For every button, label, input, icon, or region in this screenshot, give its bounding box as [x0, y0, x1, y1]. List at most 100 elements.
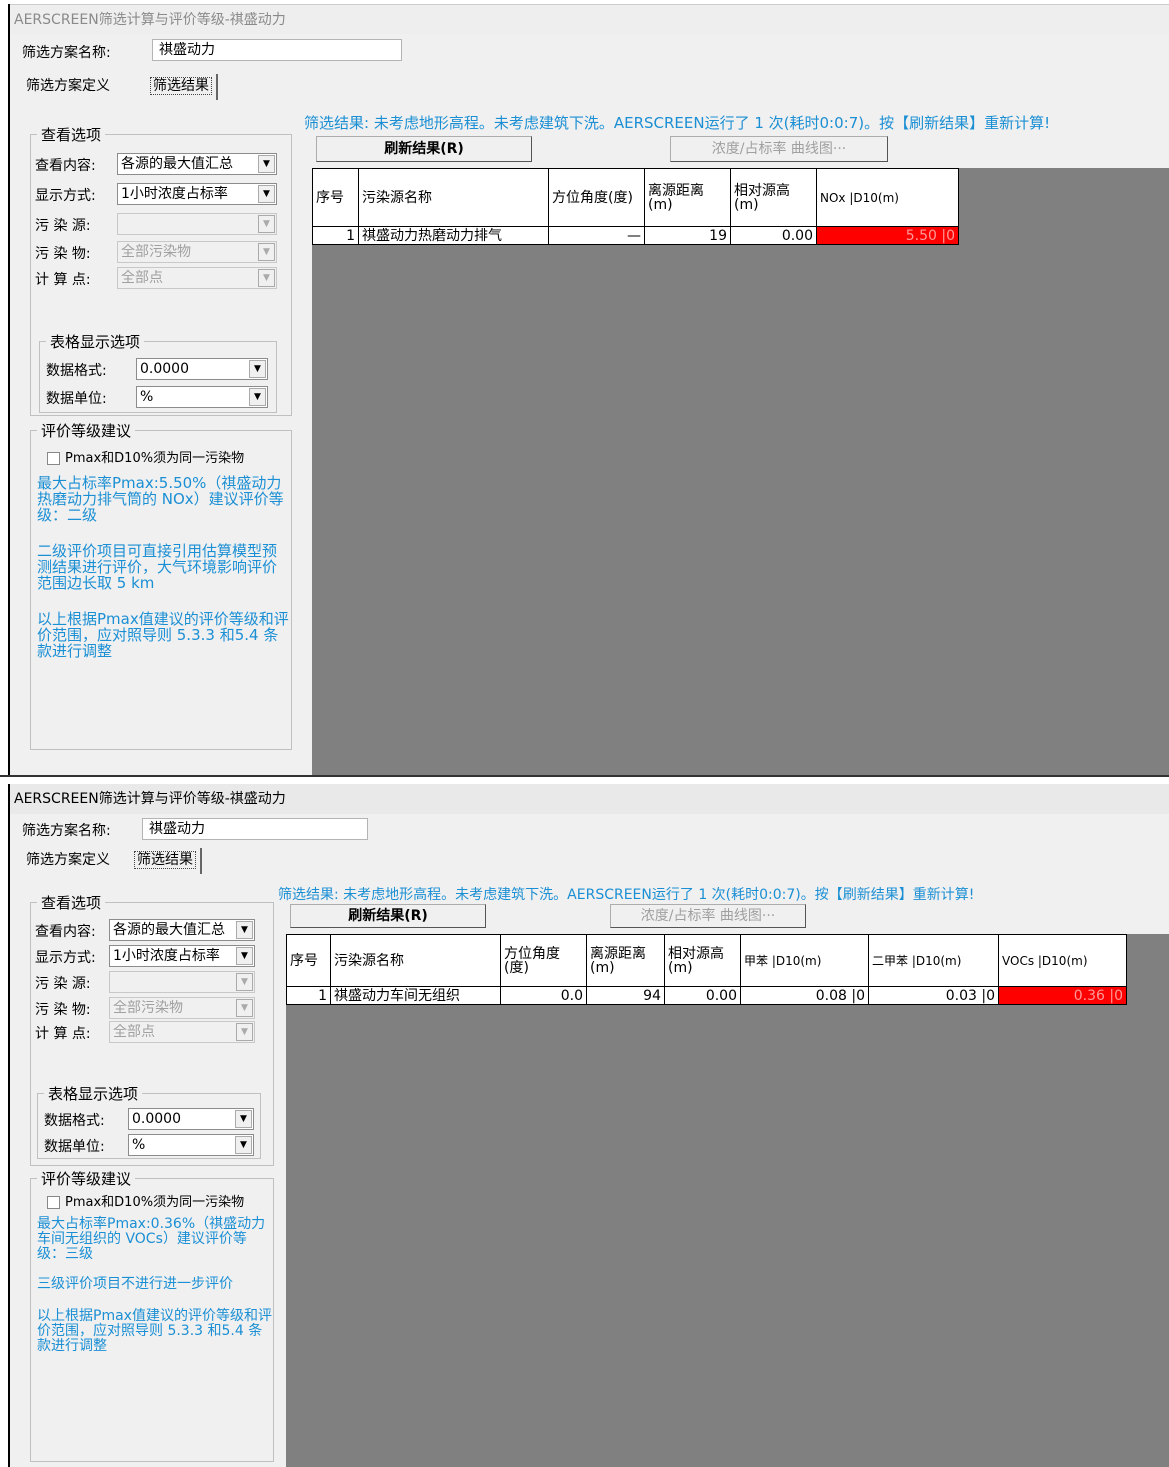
col-distance: 离源距离(m): [644, 168, 731, 227]
cell-nox-max: 5.50 |0: [816, 226, 959, 245]
checkbox-box[interactable]: [47, 452, 60, 465]
calc-point-label: 计 算 点:: [35, 1026, 91, 1042]
view-content-select[interactable]: 各源的最大值汇总 ▼: [117, 153, 277, 175]
cell-xylene: 0.03 |0: [868, 986, 999, 1005]
cell-toluene-value: 0.08: [815, 987, 847, 1004]
tab-plan-definition[interactable]: 筛选方案定义: [22, 74, 114, 100]
col-vocs: VOCs |D10(m): [998, 934, 1127, 987]
cell-distance: 94: [586, 986, 665, 1005]
table-header-row: 序号 污染源名称 方位角度(度) 离源距离(m) 相对源高(m) 甲苯 |D10…: [286, 934, 1127, 987]
pollutant-select: 全部污染物 ▼: [117, 241, 277, 263]
data-format-value: 0.0000: [140, 361, 189, 377]
data-unit-value: %: [132, 1137, 146, 1153]
col-source-name: 污染源名称: [358, 168, 549, 227]
chevron-down-icon: ▼: [249, 360, 266, 378]
calc-point-value: 全部点: [121, 270, 163, 286]
col-nox: NOx |D10(m): [816, 168, 959, 227]
col-angle: 方位角度(度): [548, 168, 645, 227]
cell-vocs-value: 0.36: [1073, 987, 1105, 1004]
plan-name-input[interactable]: 祺盛动力: [152, 39, 402, 61]
table-display-title: 表格显示选项: [44, 1083, 143, 1104]
cell-index: 1: [312, 226, 359, 245]
view-options-group: 查看选项 查看内容: 各源的最大值汇总 ▼ 显示方式: 1小时浓度占标率 ▼ 污 染…: [30, 892, 274, 1166]
tab-screening-results-label: 筛选结果: [134, 851, 196, 869]
chevron-down-icon: ▼: [258, 269, 275, 287]
table-row[interactable]: 1 祺盛动力车间无组织 0.0 94 0.00 0.08 |0 0.03 |0 …: [286, 986, 1127, 1005]
col-distance: 离源距离(m): [586, 934, 665, 987]
col-index: 序号: [286, 934, 331, 987]
left-panel: 查看选项 查看内容: 各源的最大值汇总 ▼ 显示方式: 1小时浓度占标率 ▼ 污 染…: [10, 104, 308, 775]
range-advice: 三级评价项目不进行进一步评价: [37, 1276, 233, 1292]
plan-name-input[interactable]: 祺盛动力: [142, 818, 368, 840]
display-mode-label: 显示方式:: [35, 950, 96, 966]
eval-level-title: 评价等级建议: [37, 420, 136, 441]
cell-source-name: 祺盛动力热磨动力排气: [358, 226, 549, 245]
same-pollutant-checkbox[interactable]: Pmax和D10%须为同一污染物: [47, 447, 244, 466]
cell-vocs-d10: 0: [1114, 987, 1123, 1004]
table-row[interactable]: 1 祺盛动力热磨动力排气 — 19 0.00 5.50 |0: [312, 226, 959, 245]
cell-nox-d10: 0: [946, 227, 955, 244]
cell-angle: —: [548, 226, 645, 245]
refresh-results-button[interactable]: 刷新结果(R): [290, 904, 486, 928]
aerscreen-window-top: AERSCREEN筛选计算与评价等级-祺盛动力 筛选方案名称: 祺盛动力 筛选方…: [8, 4, 1169, 775]
col-height: 相对源高(m): [664, 934, 741, 987]
tab-bar: 筛选方案定义 筛选结果: [22, 74, 242, 100]
chevron-down-icon: ▼: [249, 388, 266, 406]
cell-source-name: 祺盛动力车间无组织: [330, 986, 501, 1005]
data-unit-select[interactable]: % ▼: [128, 1134, 254, 1156]
tab-bar: 筛选方案定义 筛选结果: [22, 848, 222, 874]
table-display-title: 表格显示选项: [46, 331, 145, 352]
eval-level-title: 评价等级建议: [37, 1168, 136, 1189]
tab-screening-results[interactable]: 筛选结果: [146, 74, 218, 100]
view-options-title: 查看选项: [37, 124, 106, 145]
tab-screening-results[interactable]: 筛选结果: [130, 848, 202, 874]
display-mode-value: 1小时浓度占标率: [113, 948, 220, 964]
results-table: 序号 污染源名称 方位角度(度) 离源距离(m) 相对源高(m) NOx |D1…: [312, 168, 959, 245]
data-format-select[interactable]: 0.0000 ▼: [136, 358, 268, 380]
col-source-name: 污染源名称: [330, 934, 501, 987]
data-unit-label: 数据单位:: [46, 391, 107, 407]
chevron-down-icon: ▼: [235, 1136, 252, 1154]
tab-screening-results-label: 筛选结果: [150, 77, 212, 95]
refresh-results-button[interactable]: 刷新结果(R): [316, 136, 532, 162]
display-mode-select[interactable]: 1小时浓度占标率 ▼: [109, 945, 255, 967]
data-unit-select[interactable]: % ▼: [136, 386, 268, 408]
view-content-select[interactable]: 各源的最大值汇总 ▼: [109, 919, 255, 941]
results-grid-area: 序号 污染源名称 方位角度(度) 离源距离(m) 相对源高(m) 甲苯 |D10…: [286, 934, 1169, 1467]
display-mode-select[interactable]: 1小时浓度占标率 ▼: [117, 183, 277, 205]
cell-toluene: 0.08 |0: [740, 986, 869, 1005]
pmax-advice: 最大占标率Pmax:5.50%（祺盛动力热磨动力排气筒的 NOx）建议评价等级：…: [37, 474, 284, 524]
plan-name-label: 筛选方案名称:: [22, 45, 111, 61]
table-display-group: 表格显示选项 数据格式: 0.0000 ▼ 数据单位: % ▼: [37, 1083, 261, 1159]
cell-height: 0.00: [664, 986, 741, 1005]
pollutant-label: 污 染 物:: [35, 1002, 91, 1018]
curve-chart-button: 浓度/占标率 曲线图···: [610, 904, 806, 928]
data-format-select[interactable]: 0.0000 ▼: [128, 1108, 254, 1130]
pmax-advice: 最大占标率Pmax:0.36%（祺盛动力车间无组织的 VOCs）建议评价等级：三…: [37, 1216, 266, 1262]
col-toluene: 甲苯 |D10(m): [740, 934, 869, 987]
chevron-down-icon: ▼: [236, 999, 253, 1017]
checkbox-box[interactable]: [47, 1196, 60, 1209]
same-pollutant-checkbox[interactable]: Pmax和D10%须为同一污染物: [47, 1191, 244, 1210]
tab-plan-definition[interactable]: 筛选方案定义: [22, 848, 114, 874]
range-advice: 二级评价项目可直接引用估算模型预测结果进行评价，大气环境影响评价范围边长取 5 …: [37, 542, 278, 592]
cell-index: 1: [286, 986, 331, 1005]
calc-point-label: 计 算 点:: [35, 272, 91, 288]
adjust-note: 以上根据Pmax值建议的评价等级和评价范围，应对照导则 5.3.3 和5.4 条…: [37, 610, 289, 660]
view-content-label: 查看内容:: [35, 158, 96, 174]
pollutant-label: 污 染 物:: [35, 246, 91, 262]
left-panel: 查看选项 查看内容: 各源的最大值汇总 ▼ 显示方式: 1小时浓度占标率 ▼ 污 染…: [10, 878, 290, 1467]
chevron-down-icon: ▼: [235, 1110, 252, 1128]
cell-xylene-value: 0.03: [945, 987, 977, 1004]
chevron-down-icon: ▼: [258, 155, 275, 173]
source-label: 污 染 源:: [35, 976, 91, 992]
eval-level-group: 评价等级建议 Pmax和D10%须为同一污染物 最大占标率Pmax:5.50%（…: [30, 420, 292, 750]
calc-point-select: 全部点 ▼: [117, 267, 277, 289]
window-title: AERSCREEN筛选计算与评价等级-祺盛动力: [10, 784, 1169, 814]
data-unit-label: 数据单位:: [44, 1139, 105, 1155]
table-display-group: 表格显示选项 数据格式: 0.0000 ▼ 数据单位: % ▼: [39, 331, 277, 413]
eval-level-group: 评价等级建议 Pmax和D10%须为同一污染物 最大占标率Pmax:0.36%（…: [30, 1168, 274, 1462]
chevron-down-icon: ▼: [258, 185, 275, 203]
view-content-value: 各源的最大值汇总: [121, 156, 233, 172]
chevron-down-icon: ▼: [236, 947, 253, 965]
